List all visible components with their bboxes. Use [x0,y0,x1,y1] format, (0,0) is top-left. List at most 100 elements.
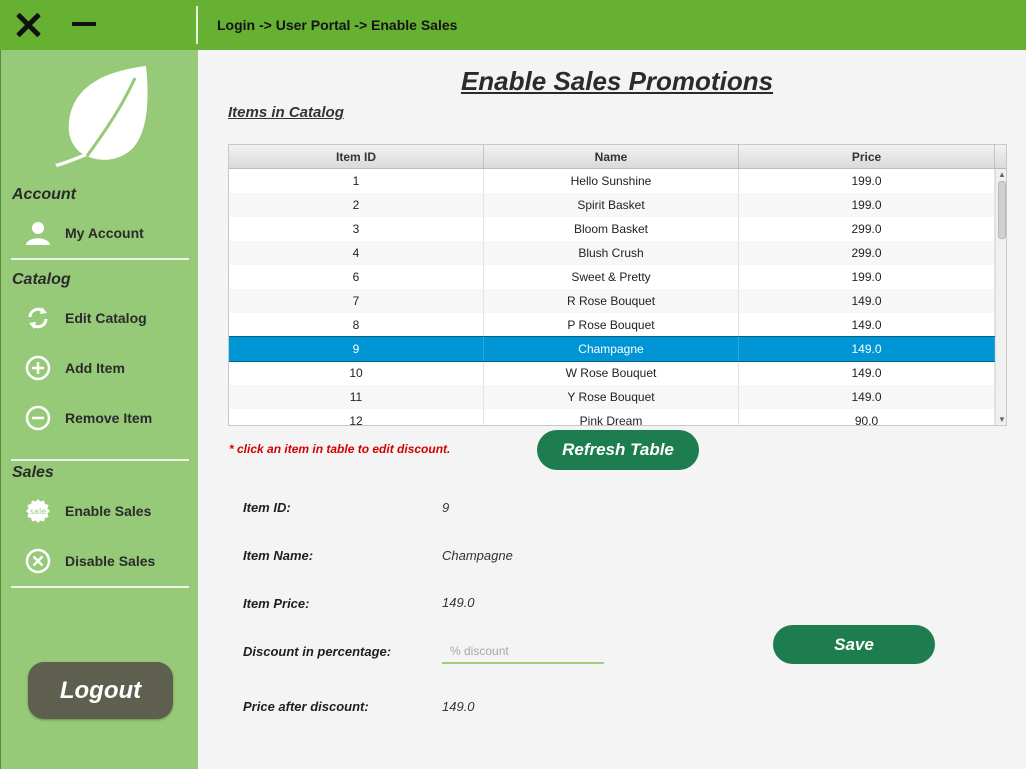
cell-name: Pink Dream [484,409,739,425]
cell-item-id: 6 [229,265,484,289]
sidebar-item-label: Disable Sales [65,553,156,569]
section-title-sales: Sales [12,464,54,481]
cell-price: 299.0 [739,241,995,265]
item-name-value: Champagne [442,548,513,563]
cell-price: 149.0 [739,337,995,361]
column-header-item-id[interactable]: Item ID [229,145,484,168]
catalog-heading: Items in Catalog [228,104,344,121]
table-row[interactable]: 8P Rose Bouquet 149.0 [229,313,995,337]
cell-name: Y Rose Bouquet [484,385,739,409]
leaf-logo-icon [55,66,148,167]
item-price-label: Item Price: [243,596,310,611]
item-id-value: 9 [442,500,450,515]
sale-badge-text: sale [30,507,46,516]
save-button[interactable]: Save [773,625,935,664]
table-row[interactable]: 3 Bloom Basket 299.0 [229,217,995,241]
table-row[interactable]: 11 Y Rose Bouquet 149.0 [229,385,995,409]
sidebar-item-label: Remove Item [65,410,153,426]
discount-input[interactable] [442,639,604,664]
sidebar-item-label: Add Item [65,360,125,376]
refresh-arrows-icon [25,305,51,331]
cell-name: Spirit Basket [484,193,739,217]
cell-name: Sweet & Pretty [484,265,739,289]
cell-item-id: 3 [229,217,484,241]
cell-item-id: 10 [229,361,484,385]
logout-button[interactable]: Logout [28,662,173,719]
scroll-up-arrow-icon[interactable]: ▲ [996,169,1006,181]
price-after-discount-value: 149.0 [442,699,475,714]
discount-label: Discount in percentage: [243,644,392,659]
user-icon [25,220,51,246]
title-bar-divider [196,6,198,44]
cell-price: 149.0 [739,385,995,409]
sidebar-divider [11,586,189,588]
sale-badge-icon: sale [25,498,51,524]
table-row[interactable]: 10 W Rose Bouquet 149.0 [229,361,995,385]
catalog-table: Item ID Name Price 1 Hello Sunshine 199.0 2… [228,144,1007,426]
sidebar-item-enable-sales[interactable]: sale Enable Sales [25,496,189,526]
minus-circle-icon [25,405,51,431]
cell-item-id: 9 [229,337,484,361]
x-circle-icon [25,548,51,574]
table-hint: * click an item in table to edit discoun… [229,442,451,456]
sidebar-item-label: Enable Sales [65,503,152,519]
scrollbar-thumb[interactable] [998,181,1006,239]
sidebar-item-label: My Account [65,225,144,241]
cell-item-id: 11 [229,385,484,409]
item-name-label: Item Name: [243,548,314,563]
title-bar: Login -> User Portal -> Enable Sales [0,0,1026,50]
sidebar-divider [11,459,189,461]
table-scrollbar[interactable]: ▲ ▼ [995,169,1006,425]
scroll-down-arrow-icon[interactable]: ▼ [996,414,1006,425]
table-row[interactable]: 12 Pink Dream 90.0 [229,409,995,425]
cell-item-id: 4 [229,241,484,265]
cell-item-id: 8 [229,313,484,337]
price-after-discount-label: Price after discount: [243,699,369,714]
table-row[interactable]: 6 Sweet & Pretty 199.0 [229,265,995,289]
cell-item-id: 2 [229,193,484,217]
sidebar-item-my-account[interactable]: My Account [25,218,189,248]
cell-name: R Rose Bouquet [484,289,739,313]
cell-item-id: 1 [229,169,484,193]
cell-price: 149.0 [739,313,995,337]
table-row[interactable]: 4 Blush Crush 299.0 [229,241,995,265]
refresh-table-button[interactable]: Refresh Table [537,430,699,470]
table-row[interactable]: 1 Hello Sunshine 199.0 [229,169,995,193]
cell-name: Bloom Basket [484,217,739,241]
cell-price: 299.0 [739,217,995,241]
cell-name: Blush Crush [484,241,739,265]
sidebar-item-remove-item[interactable]: Remove Item [25,403,189,433]
minimize-icon[interactable] [72,12,98,36]
cell-price: 90.0 [739,409,995,425]
cell-item-id: 7 [229,289,484,313]
cell-name: Hello Sunshine [484,169,739,193]
cell-name: P Rose Bouquet [484,313,739,337]
cell-price: 199.0 [739,265,995,289]
table-header-corner [995,145,1006,169]
page-title: Enable Sales Promotions [460,66,774,96]
table-row[interactable]: 9 Champagne 149.0 [229,336,996,362]
section-title-account: Account [12,186,76,203]
cell-price: 149.0 [739,361,995,385]
plus-circle-icon [25,355,51,381]
breadcrumb: Login -> User Portal -> Enable Sales [217,17,458,33]
sidebar-item-disable-sales[interactable]: Disable Sales [25,546,189,576]
sidebar-item-add-item[interactable]: Add Item [25,353,189,383]
cell-price: 199.0 [739,169,995,193]
column-header-price[interactable]: Price [739,145,995,168]
table-row[interactable]: 7R Rose Bouquet 149.0 [229,289,995,313]
column-header-name[interactable]: Name [484,145,739,168]
sidebar-item-edit-catalog[interactable]: Edit Catalog [25,303,189,333]
sidebar-divider [11,258,189,260]
item-id-label: Item ID: [243,500,291,515]
cell-item-id: 12 [229,409,484,425]
sidebar-item-label: Edit Catalog [65,310,147,326]
table-header: Item ID Name Price [229,145,995,169]
section-title-catalog: Catalog [12,271,71,288]
table-row[interactable]: 2 Spirit Basket 199.0 [229,193,995,217]
cell-name: Champagne [484,337,739,361]
item-price-value: 149.0 [442,595,475,610]
cell-name: W Rose Bouquet [484,361,739,385]
close-icon[interactable] [14,10,44,40]
sidebar: Account My Account Catalog Edit Catalog … [0,50,198,769]
